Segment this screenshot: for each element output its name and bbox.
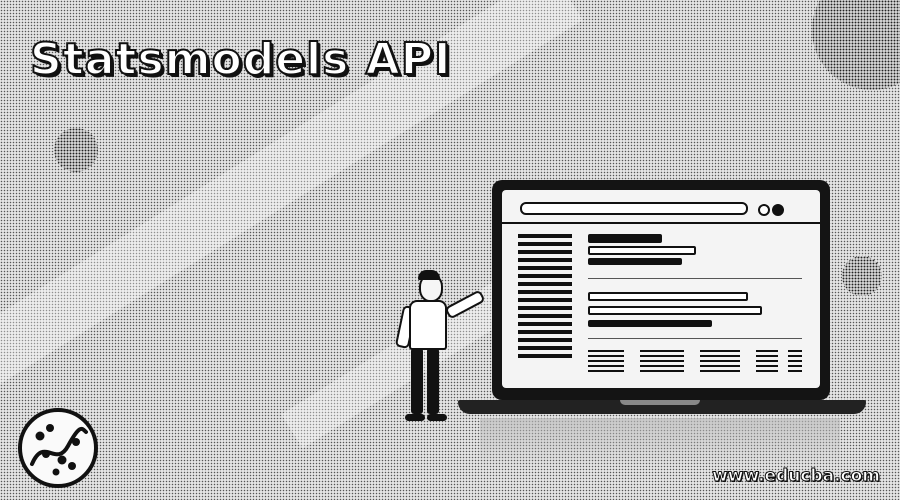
banner: Statsmodels API www.educba.com bbox=[0, 0, 900, 500]
content-bar bbox=[588, 292, 748, 301]
content-bar bbox=[588, 258, 682, 265]
window-dot-icon bbox=[758, 204, 770, 216]
content-bar bbox=[588, 246, 696, 255]
person-leg bbox=[411, 348, 423, 414]
laptop-hinge bbox=[620, 400, 700, 405]
table-column bbox=[588, 350, 624, 375]
address-bar bbox=[520, 202, 748, 215]
divider bbox=[588, 278, 802, 279]
site-watermark: www.educba.com bbox=[712, 466, 881, 487]
content-area bbox=[588, 234, 802, 374]
table-column bbox=[640, 350, 684, 375]
divider bbox=[502, 222, 820, 224]
content-bar bbox=[588, 234, 662, 243]
content-bar bbox=[588, 320, 712, 327]
divider bbox=[588, 338, 802, 339]
person-torso bbox=[409, 300, 447, 350]
presenter-figure bbox=[394, 268, 486, 428]
page-title: Statsmodels API bbox=[29, 33, 452, 86]
person-leg bbox=[427, 348, 439, 414]
person-shoe bbox=[427, 414, 447, 421]
table-column bbox=[756, 350, 778, 375]
scatter-plot-logo-icon bbox=[18, 408, 98, 488]
table-column bbox=[700, 350, 740, 375]
background-circle bbox=[812, 0, 900, 90]
background-circle bbox=[54, 128, 98, 172]
laptop-screen bbox=[492, 180, 830, 400]
browser-window bbox=[502, 190, 820, 388]
person-hair bbox=[418, 270, 440, 280]
sidebar-lines bbox=[518, 234, 572, 374]
table-column bbox=[788, 350, 802, 375]
window-dot-icon bbox=[772, 204, 784, 216]
person-shoe bbox=[405, 414, 425, 421]
person-pointing-arm bbox=[444, 289, 486, 320]
content-bar bbox=[588, 306, 762, 315]
background-circle bbox=[842, 256, 882, 296]
laptop-reflection bbox=[480, 418, 840, 468]
